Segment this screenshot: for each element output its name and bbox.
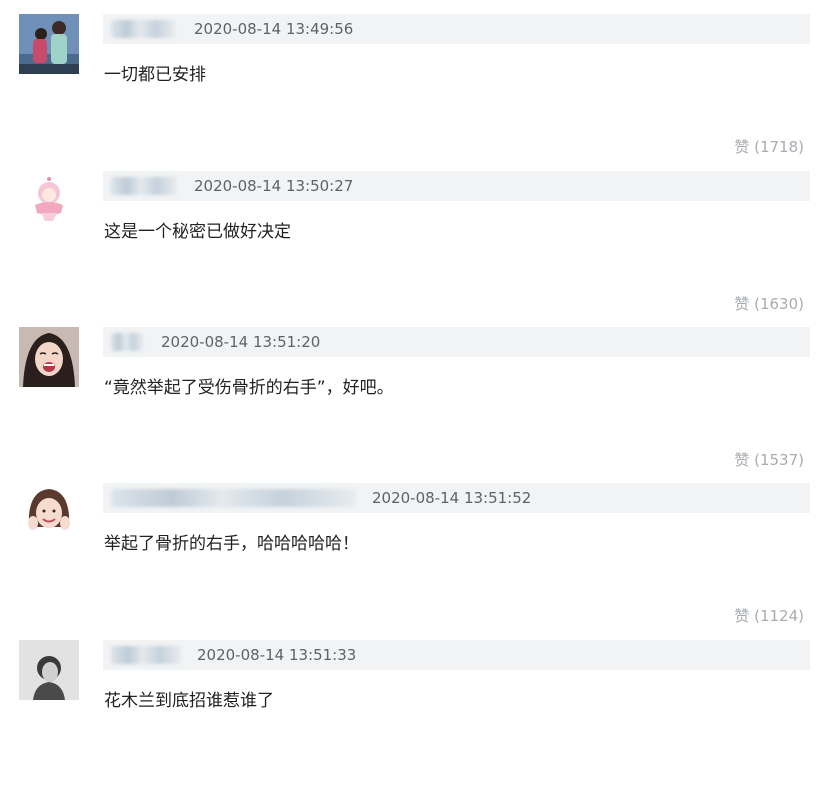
- username-obscured[interactable]: [111, 333, 143, 351]
- comment-item: 2020-08-14 13:51:20 “竟然举起了受伤骨折的右手”，好吧。 赞…: [0, 327, 828, 483]
- avatar[interactable]: [19, 171, 79, 231]
- timestamp: 2020-08-14 13:51:20: [161, 333, 321, 351]
- comment-meta-bar: 2020-08-14 13:49:56: [103, 14, 810, 44]
- comment-text: 这是一个秘密已做好决定: [104, 222, 291, 242]
- avatar[interactable]: [19, 14, 79, 74]
- timestamp: 2020-08-14 13:51:33: [197, 646, 357, 664]
- avatar[interactable]: [19, 483, 79, 543]
- timestamp: 2020-08-14 13:51:52: [372, 489, 532, 507]
- comment-text: 举起了骨折的右手，哈哈哈哈哈！: [104, 534, 359, 554]
- username-obscured[interactable]: [111, 489, 356, 507]
- comment-meta-bar: 2020-08-14 13:51:52: [103, 483, 810, 513]
- like-button[interactable]: 赞 (1537): [734, 451, 804, 469]
- laughing-woman-icon: [19, 327, 79, 387]
- avatar[interactable]: [19, 327, 79, 387]
- comment-text: 花木兰到底招谁惹谁了: [104, 691, 274, 711]
- comment-item: 2020-08-14 13:49:56 一切都已安排 赞 (1718): [0, 14, 828, 170]
- comment-item: 2020-08-14 13:51:33 花木兰到底招谁惹谁了: [0, 640, 828, 796]
- like-button[interactable]: 赞 (1630): [734, 295, 804, 313]
- username-obscured[interactable]: [111, 646, 181, 664]
- timestamp: 2020-08-14 13:49:56: [194, 20, 354, 38]
- cartoon-girl-icon: [19, 171, 79, 231]
- smiling-woman-icon: [19, 483, 79, 543]
- comment-meta-bar: 2020-08-14 13:51:33: [103, 640, 810, 670]
- like-button[interactable]: 赞 (1718): [734, 138, 804, 156]
- timestamp: 2020-08-14 13:50:27: [194, 177, 354, 195]
- bw-portrait-icon: [19, 640, 79, 700]
- comment-item: 2020-08-14 13:51:52 举起了骨折的右手，哈哈哈哈哈！ 赞 (1…: [0, 483, 828, 639]
- comment-text: “竟然举起了受伤骨折的右手”，好吧。: [104, 378, 394, 398]
- avatar[interactable]: [19, 640, 79, 700]
- comment-item: 2020-08-14 13:50:27 这是一个秘密已做好决定 赞 (1630): [0, 171, 828, 327]
- username-obscured[interactable]: [111, 20, 175, 38]
- comment-text: 一切都已安排: [104, 65, 206, 85]
- like-button[interactable]: 赞 (1124): [734, 607, 804, 625]
- comment-meta-bar: 2020-08-14 13:50:27: [103, 171, 810, 201]
- comment-meta-bar: 2020-08-14 13:51:20: [103, 327, 810, 357]
- couple-photo-icon: [19, 14, 79, 74]
- username-obscured[interactable]: [111, 177, 177, 195]
